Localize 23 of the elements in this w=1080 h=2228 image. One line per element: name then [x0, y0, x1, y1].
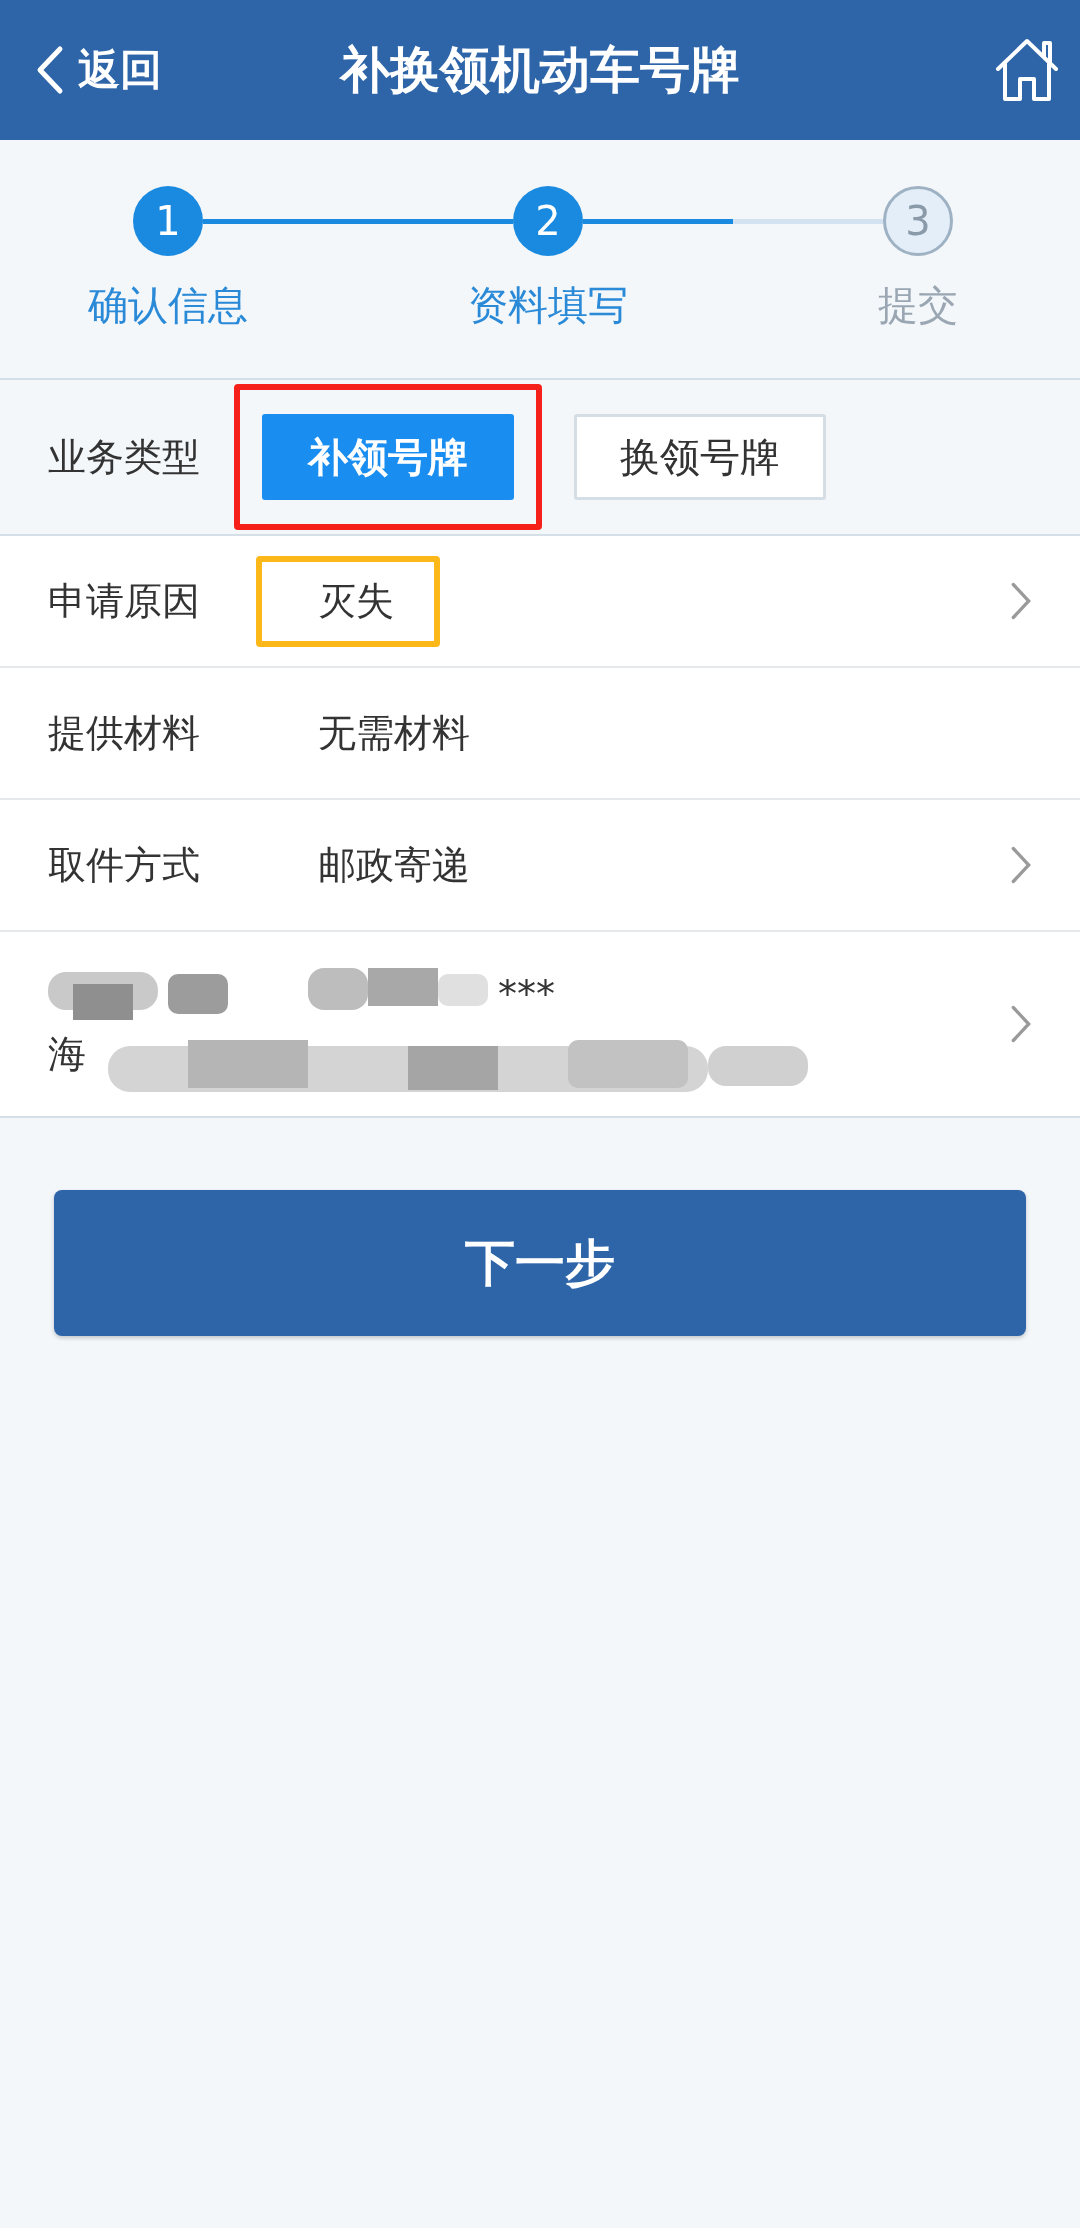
- field-value: 灭失: [318, 578, 394, 623]
- field-label: 取件方式: [48, 841, 201, 889]
- field-value: 无需材料: [318, 710, 470, 755]
- step-number: 3: [883, 186, 953, 256]
- field-label: 业务类型: [48, 433, 201, 481]
- back-button[interactable]: 返回: [34, 42, 162, 98]
- field-label: 提供材料: [48, 709, 201, 757]
- step-label: 确认信息: [88, 281, 248, 330]
- step-label: 提交: [878, 281, 958, 330]
- page-title: 补换领机动车号牌: [338, 39, 741, 101]
- field-value: 邮政寄递: [318, 842, 470, 887]
- phone-text: ***: [498, 972, 555, 1016]
- option-button[interactable]: 换领号牌: [574, 414, 826, 500]
- option-button[interactable]: 补领号牌: [262, 414, 514, 500]
- chevron-right-icon[interactable]: [1010, 845, 1032, 885]
- step-number: 1: [133, 186, 203, 256]
- chevron-right-icon[interactable]: [1010, 581, 1032, 621]
- address-text: 海: [48, 1030, 86, 1078]
- step-label: 资料填写: [468, 281, 628, 330]
- step-number: 2: [513, 186, 583, 256]
- chevron-right-icon[interactable]: [1010, 1004, 1032, 1044]
- next-step-button[interactable]: 下一步: [54, 1190, 1026, 1336]
- field-label: 申请原因: [48, 577, 201, 625]
